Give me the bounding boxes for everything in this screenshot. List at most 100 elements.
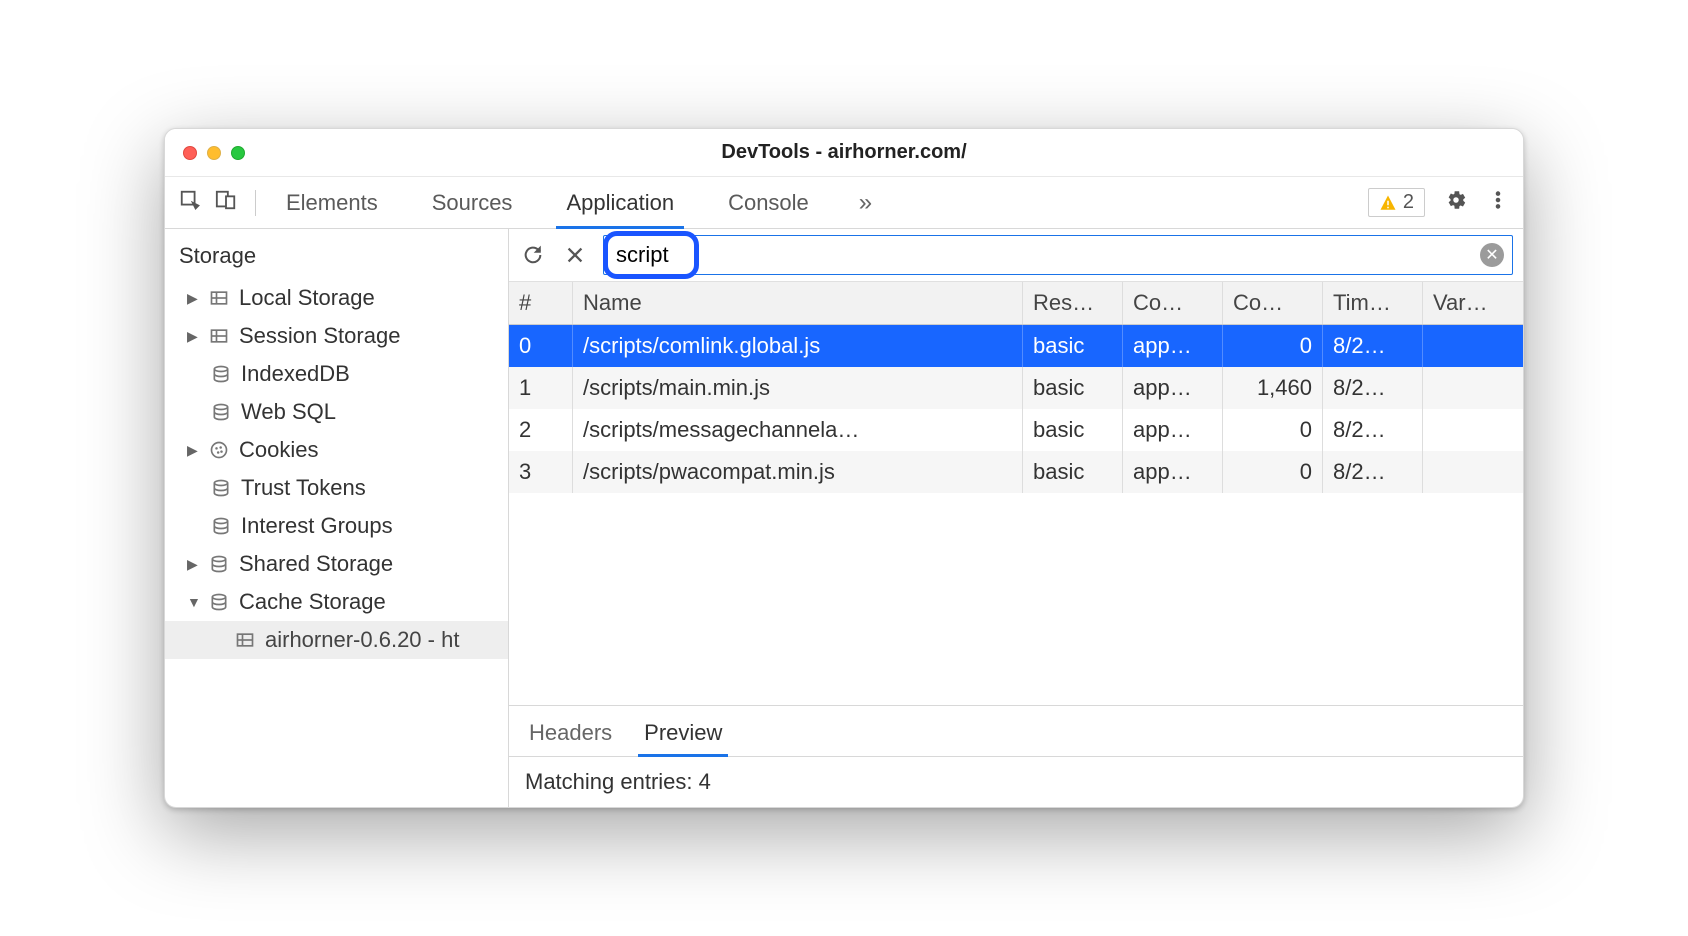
cell-name: /scripts/comlink.global.js	[573, 325, 1023, 367]
main-content: Storage ▶ Local Storage ▶ Session Storag…	[165, 229, 1523, 807]
cell-response: basic	[1023, 451, 1123, 493]
inspect-element-icon[interactable]	[179, 189, 201, 217]
cell-name: /scripts/pwacompat.min.js	[573, 451, 1023, 493]
cookie-icon	[209, 440, 229, 460]
cell-content-length: 0	[1223, 325, 1323, 367]
table-empty-area	[509, 493, 1523, 705]
sidebar-item-indexeddb[interactable]: IndexedDB	[165, 355, 508, 393]
warnings-badge[interactable]: 2	[1368, 188, 1425, 217]
sidebar-item-shared-storage[interactable]: ▶ Shared Storage	[165, 545, 508, 583]
grid-icon	[235, 630, 255, 650]
col-name[interactable]: Name	[573, 282, 1023, 324]
devtools-window: DevTools - airhorner.com/ Elements Sourc…	[164, 128, 1524, 808]
col-vary[interactable]: Var…	[1423, 282, 1523, 324]
cache-content-pane: ✕ # Name Res… Co… Co… Tim… Var… 0 /sc	[509, 229, 1523, 807]
sidebar-item-label: Web SQL	[241, 399, 336, 425]
tab-headers[interactable]: Headers	[527, 714, 614, 756]
close-window-button[interactable]	[183, 146, 197, 160]
col-index[interactable]: #	[509, 282, 573, 324]
expand-arrow-icon: ▶	[187, 328, 199, 345]
sidebar-item-cache-entry[interactable]: airhorner-0.6.20 - ht	[165, 621, 508, 659]
col-content-type[interactable]: Co…	[1123, 282, 1223, 324]
table-body: 0 /scripts/comlink.global.js basic app… …	[509, 325, 1523, 493]
sidebar-item-label: Cookies	[239, 437, 318, 463]
sidebar-item-websql[interactable]: Web SQL	[165, 393, 508, 431]
application-sidebar: Storage ▶ Local Storage ▶ Session Storag…	[165, 229, 509, 807]
sidebar-item-label: Cache Storage	[239, 589, 386, 615]
tab-elements[interactable]: Elements	[282, 180, 382, 226]
sidebar-item-interest-groups[interactable]: Interest Groups	[165, 507, 508, 545]
sidebar-item-label: Local Storage	[239, 285, 375, 311]
cell-content-type: app…	[1123, 409, 1223, 451]
expand-arrow-icon: ▶	[187, 442, 199, 459]
sidebar-item-label: Trust Tokens	[241, 475, 366, 501]
tab-preview[interactable]: Preview	[642, 714, 724, 756]
col-content-length[interactable]: Co…	[1223, 282, 1323, 324]
cell-content-length: 0	[1223, 451, 1323, 493]
col-response[interactable]: Res…	[1023, 282, 1123, 324]
cell-content-type: app…	[1123, 367, 1223, 409]
collapse-arrow-icon: ▼	[187, 594, 199, 610]
window-title: DevTools - airhorner.com/	[165, 141, 1523, 164]
grid-icon	[209, 288, 229, 308]
detail-tabs: Headers Preview	[509, 706, 1523, 757]
cache-table: # Name Res… Co… Co… Tim… Var… 0 /scripts…	[509, 282, 1523, 706]
filter-toolbar: ✕	[509, 229, 1523, 282]
more-tabs-icon[interactable]: »	[859, 189, 872, 217]
cell-time: 8/2…	[1323, 367, 1423, 409]
sidebar-item-local-storage[interactable]: ▶ Local Storage	[165, 279, 508, 317]
table-row[interactable]: 0 /scripts/comlink.global.js basic app… …	[509, 325, 1523, 367]
cell-vary	[1423, 409, 1523, 451]
database-icon	[211, 364, 231, 384]
tab-console[interactable]: Console	[724, 180, 813, 226]
cell-response: basic	[1023, 325, 1123, 367]
expand-arrow-icon: ▶	[187, 290, 199, 307]
cell-name: /scripts/messagechannela…	[573, 409, 1023, 451]
table-header-row: # Name Res… Co… Co… Tim… Var…	[509, 282, 1523, 325]
clear-filter-icon[interactable]: ✕	[1480, 243, 1504, 267]
table-row[interactable]: 1 /scripts/main.min.js basic app… 1,460 …	[509, 367, 1523, 409]
warnings-count: 2	[1403, 191, 1414, 214]
sidebar-item-label: IndexedDB	[241, 361, 350, 387]
grid-icon	[209, 326, 229, 346]
sidebar-item-session-storage[interactable]: ▶ Session Storage	[165, 317, 508, 355]
cell-time: 8/2…	[1323, 409, 1423, 451]
cell-content-type: app…	[1123, 325, 1223, 367]
database-icon	[209, 554, 229, 574]
tab-sources[interactable]: Sources	[428, 180, 517, 226]
cell-index: 0	[509, 325, 573, 367]
filter-input-container: ✕	[603, 235, 1513, 275]
device-toolbar-icon[interactable]	[215, 189, 237, 217]
settings-icon[interactable]	[1445, 189, 1467, 217]
cell-response: basic	[1023, 367, 1123, 409]
database-icon	[211, 478, 231, 498]
panel-tabs: Elements Sources Application Console »	[282, 180, 1362, 226]
sidebar-item-cookies[interactable]: ▶ Cookies	[165, 431, 508, 469]
kebab-menu-icon[interactable]	[1487, 189, 1509, 217]
window-controls	[183, 146, 245, 160]
sidebar-item-cache-storage[interactable]: ▼ Cache Storage	[165, 583, 508, 621]
table-row[interactable]: 3 /scripts/pwacompat.min.js basic app… 0…	[509, 451, 1523, 493]
cell-time: 8/2…	[1323, 325, 1423, 367]
cell-index: 3	[509, 451, 573, 493]
sidebar-item-label: Session Storage	[239, 323, 400, 349]
sidebar-item-trust-tokens[interactable]: Trust Tokens	[165, 469, 508, 507]
database-icon	[211, 402, 231, 422]
tab-application[interactable]: Application	[562, 180, 678, 226]
delete-icon[interactable]	[561, 241, 589, 269]
cell-vary	[1423, 451, 1523, 493]
cell-vary	[1423, 367, 1523, 409]
table-row[interactable]: 2 /scripts/messagechannela… basic app… 0…	[509, 409, 1523, 451]
minimize-window-button[interactable]	[207, 146, 221, 160]
sidebar-section-heading: Storage	[165, 235, 508, 279]
filter-input[interactable]	[616, 242, 686, 268]
col-time[interactable]: Tim…	[1323, 282, 1423, 324]
window-titlebar: DevTools - airhorner.com/	[165, 129, 1523, 177]
cell-content-type: app…	[1123, 451, 1223, 493]
maximize-window-button[interactable]	[231, 146, 245, 160]
cell-name: /scripts/main.min.js	[573, 367, 1023, 409]
status-text: Matching entries: 4	[509, 757, 1523, 807]
filter-highlight	[603, 231, 699, 279]
refresh-icon[interactable]	[519, 241, 547, 269]
cell-time: 8/2…	[1323, 451, 1423, 493]
